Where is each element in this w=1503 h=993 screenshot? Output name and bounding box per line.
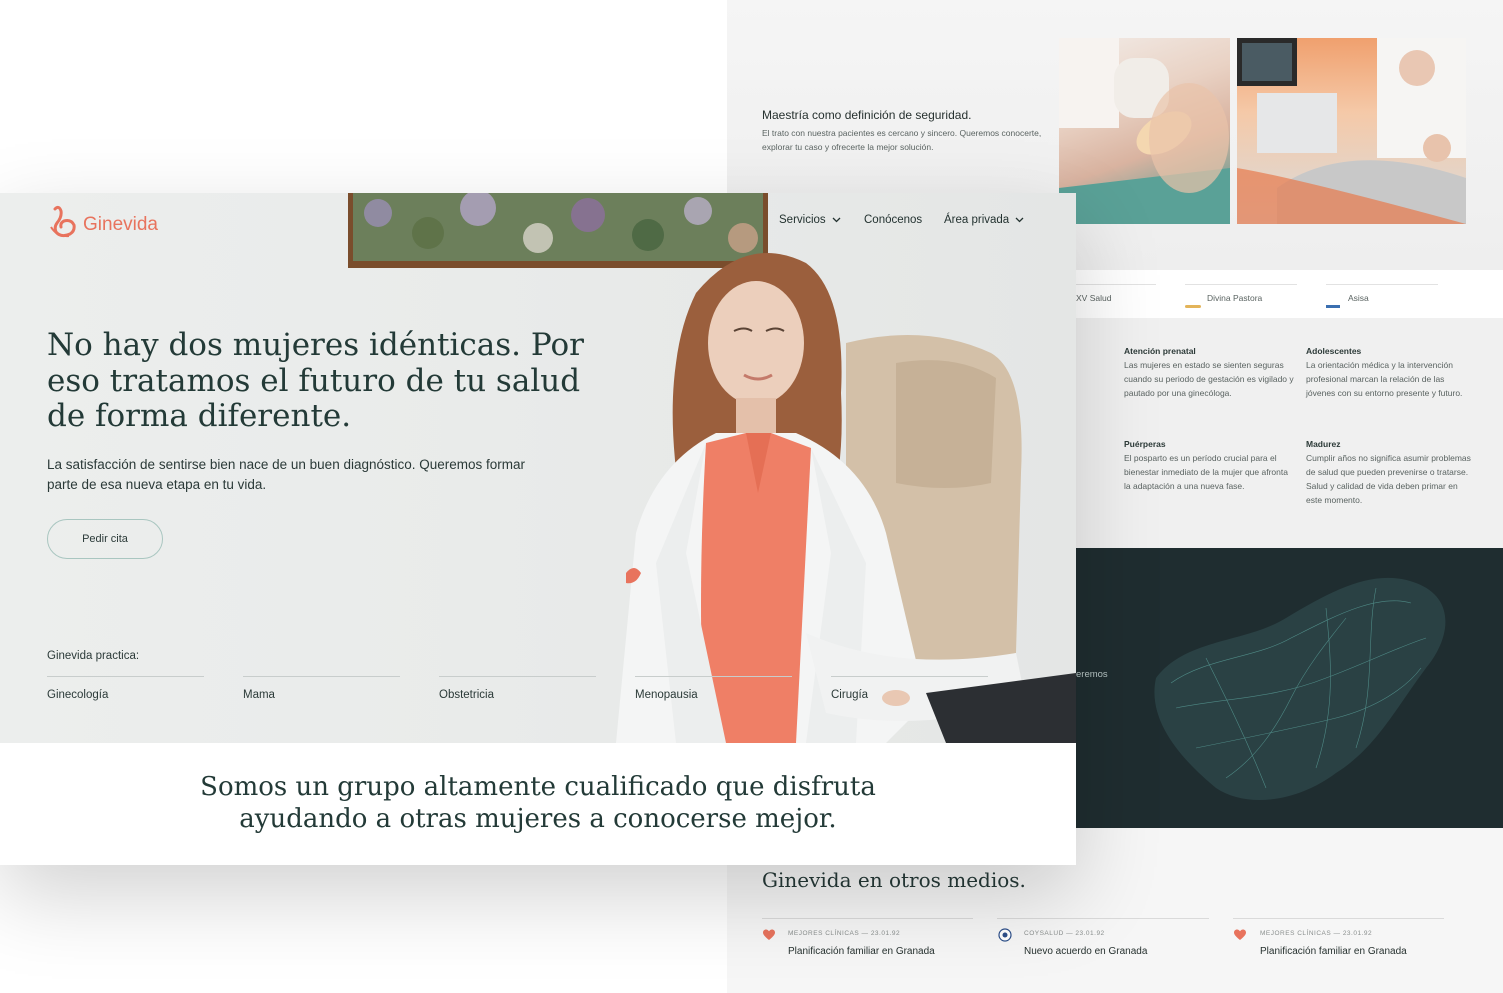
feature-title: Maestría como definición de seguridad.	[762, 108, 972, 122]
doctor-photo	[616, 253, 1076, 743]
partners-strip	[1076, 270, 1503, 318]
partner-divider	[1326, 284, 1438, 285]
media-divider	[762, 918, 973, 919]
partner-divider	[1185, 284, 1297, 285]
service-title: Adolescentes	[1306, 346, 1362, 356]
service-text: Las mujeres en estado se sienten seguras…	[1124, 360, 1294, 398]
nav-label: Área privada	[944, 214, 1010, 226]
media-link[interactable]: Nuevo acuerdo en Granada	[1024, 946, 1147, 957]
coysalud-icon	[998, 928, 1012, 942]
media-link[interactable]: Planificación familiar en Granada	[788, 946, 935, 957]
hero-subtext: La satisfacción de sentirse bien nace de…	[47, 457, 526, 492]
media-meta: MEJORES CLÍNICAS — 23.01.92	[788, 930, 901, 937]
service-title: Atención prenatal	[1124, 346, 1196, 356]
service-text: Cumplir años no significa asumir problem…	[1306, 453, 1471, 505]
specialty-divider	[635, 676, 792, 677]
nav-area-privada[interactable]: Área privada	[944, 214, 1024, 226]
media-meta: COYSALUD — 23.01.92	[1024, 930, 1105, 937]
nav-label: Servicios	[779, 214, 826, 226]
specialty-mama[interactable]: Mama	[243, 689, 275, 701]
service-title: Puérperas	[1124, 439, 1166, 449]
divina-pastora-logo-icon	[1185, 296, 1201, 308]
partner-xv-salud: XV Salud	[1076, 293, 1112, 303]
service-text: La orientación médica y la intervención …	[1306, 360, 1463, 398]
specialty-menopausia[interactable]: Menopausia	[635, 689, 698, 701]
media-divider	[1233, 918, 1444, 919]
partner-divider	[1076, 284, 1156, 285]
specialty-divider	[243, 676, 400, 677]
service-text: El posparto es un período crucial para e…	[1124, 453, 1288, 491]
service-title: Madurez	[1306, 439, 1341, 449]
swan-logo-icon[interactable]	[49, 205, 77, 239]
specialty-ginecologia[interactable]: Ginecología	[47, 689, 108, 701]
heart-icon	[1233, 928, 1247, 942]
chevron-down-icon	[1015, 214, 1024, 226]
doctor-ultrasound-photo	[1237, 38, 1466, 224]
nav-conocenos[interactable]: Conócenos	[864, 214, 922, 226]
granada-map-graphic	[1154, 577, 1446, 800]
hero-headline: No hay dos mujeres idénticas. Por eso tr…	[47, 327, 584, 434]
specialty-divider	[831, 676, 988, 677]
map-text-fragment: eremos	[1076, 669, 1108, 680]
specialty-cirugia[interactable]: Cirugía	[831, 689, 868, 701]
statement-text: Somos un grupo altamente cualificado que…	[200, 772, 876, 834]
specialty-divider	[439, 676, 596, 677]
media-link[interactable]: Planificación familiar en Granada	[1260, 946, 1407, 957]
map-panel: eremos	[1076, 548, 1503, 828]
asisa-logo-icon	[1326, 296, 1340, 308]
partner-asisa: Asisa	[1348, 293, 1369, 303]
specialty-obstetricia[interactable]: Obstetricia	[439, 689, 494, 701]
brand-logo-text[interactable]: Ginevida	[83, 214, 158, 236]
heart-icon	[762, 928, 776, 942]
media-meta: MEJORES CLÍNICAS — 23.01.92	[1260, 930, 1373, 937]
media-divider	[997, 918, 1209, 919]
specialty-divider	[47, 676, 204, 677]
pedir-cita-button[interactable]: Pedir cita	[47, 519, 163, 559]
chevron-down-icon	[832, 214, 841, 226]
feature-text: El trato con nuestra pacientes es cercan…	[762, 128, 1042, 152]
media-title: Ginevida en otros medios.	[762, 868, 1026, 892]
partner-divina-pastora: Divina Pastora	[1207, 293, 1263, 303]
practica-label: Ginevida practica:	[47, 650, 140, 662]
ultrasound-photo	[1059, 38, 1230, 224]
nav-servicios[interactable]: Servicios	[779, 214, 841, 226]
